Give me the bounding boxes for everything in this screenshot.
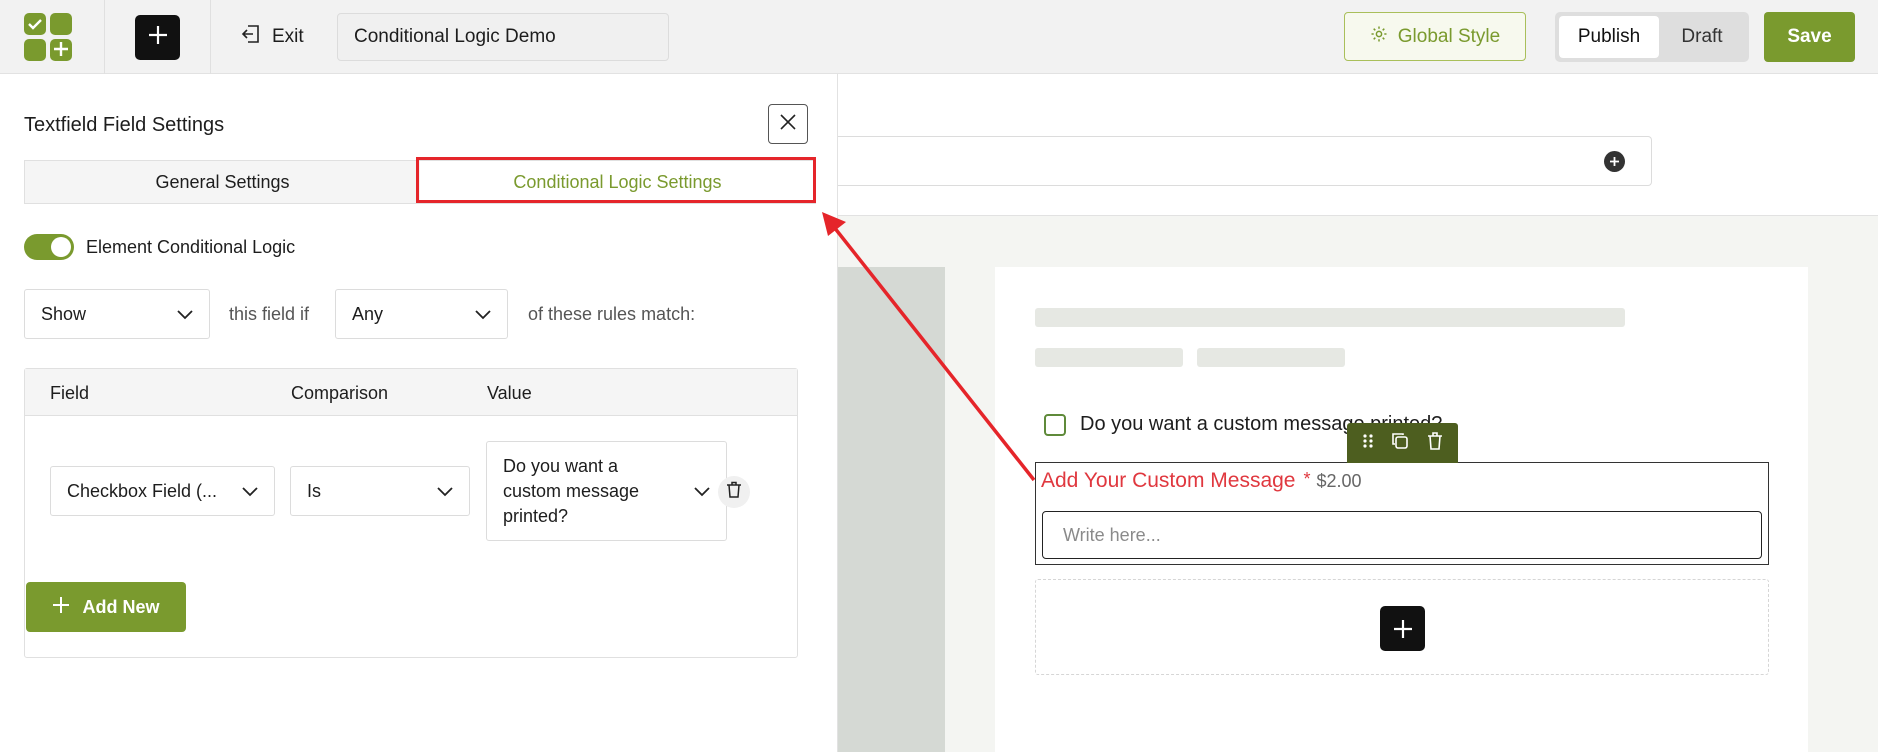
exit-icon: [240, 23, 262, 51]
exit-label: Exit: [272, 26, 304, 47]
switch-label: Element Conditional Logic: [86, 236, 296, 257]
trash-icon: [726, 481, 742, 504]
chevron-down-icon: [694, 481, 710, 502]
add-new-label: Add New: [82, 596, 160, 617]
field-label: Add Your Custom Message: [1041, 469, 1296, 492]
publish-option[interactable]: Publish: [1559, 16, 1659, 58]
skeleton-line: [1035, 308, 1625, 327]
rule-value-value: Do you want a custom message printed?: [503, 455, 640, 526]
chevron-down-icon: [242, 481, 258, 502]
field-settings-panel: Textfield Field Settings General Setting…: [0, 74, 838, 752]
match-select[interactable]: Any: [335, 289, 508, 339]
gear-icon: [1370, 25, 1388, 49]
tab-general-settings[interactable]: General Settings: [25, 161, 420, 203]
form-title-value: Conditional Logic Demo: [354, 26, 556, 47]
add-field-dropzone[interactable]: [1035, 579, 1769, 675]
checkbox[interactable]: [1044, 413, 1066, 436]
column-header-field: Field: [50, 383, 90, 403]
close-icon: [779, 113, 797, 136]
action-select-value: Show: [41, 303, 87, 324]
divider: [104, 0, 105, 74]
draft-option[interactable]: Draft: [1659, 16, 1745, 58]
column-header-comparison: Comparison: [291, 383, 389, 403]
canvas-side-column: [838, 267, 945, 752]
field-toolbar: [1347, 423, 1458, 463]
rule-comparison-value: Is: [307, 480, 322, 501]
selected-textfield[interactable]: Add Your Custom Message * $2.00 Write he…: [1035, 462, 1769, 565]
rule-text-of-these-rules: of these rules match:: [528, 304, 696, 324]
top-bar: Exit Conditional Logic Demo Global Style…: [0, 0, 1878, 74]
add-new-rule-button[interactable]: Add New: [26, 582, 186, 632]
input-placeholder: Write here...: [1063, 524, 1161, 545]
rule-value-select[interactable]: Do you want a custom message printed?: [486, 441, 727, 541]
chevron-down-icon: [437, 481, 453, 502]
plus-icon[interactable]: [1380, 606, 1425, 651]
field-price: $2.00: [1316, 471, 1362, 491]
column-header-value: Value: [487, 383, 532, 403]
publish-draft-toggle: Publish Draft: [1555, 12, 1749, 62]
rule-sentence: Show this field if Any of these rules ma…: [24, 289, 814, 339]
match-select-value: Any: [352, 303, 384, 324]
chevron-down-icon: [177, 304, 193, 325]
add-element-button[interactable]: [135, 15, 180, 60]
close-panel-button[interactable]: [768, 104, 808, 144]
form-title-input[interactable]: Conditional Logic Demo: [337, 13, 669, 61]
rule-field-select[interactable]: Checkbox Field (...: [50, 466, 275, 516]
plus-icon: [52, 596, 70, 619]
drag-handle-icon[interactable]: [1361, 433, 1375, 454]
app-logo: [24, 13, 72, 61]
conditional-logic-switch-row: Element Conditional Logic: [24, 234, 295, 260]
save-button[interactable]: Save: [1764, 12, 1855, 62]
skeleton-line: [1035, 348, 1183, 367]
rule-text-this-field-if: this field if: [229, 304, 310, 324]
plus-icon: [147, 24, 169, 51]
highlight-box: [416, 157, 816, 203]
add-circle-icon[interactable]: [1604, 151, 1625, 172]
conditional-logic-toggle[interactable]: [24, 234, 74, 260]
exit-button[interactable]: Exit: [240, 22, 304, 52]
canvas-add-field-bar[interactable]: [838, 136, 1652, 186]
rule-field-value: Checkbox Field (...: [67, 480, 218, 501]
action-select[interactable]: Show: [24, 289, 210, 339]
panel-title: Textfield Field Settings: [24, 114, 225, 136]
global-style-label: Global Style: [1397, 25, 1501, 47]
rule-comparison-select[interactable]: Is: [290, 466, 470, 516]
duplicate-icon[interactable]: [1390, 431, 1410, 456]
rules-table-header: Field Comparison Value: [25, 369, 797, 416]
divider: [210, 0, 211, 74]
delete-rule-button[interactable]: [718, 476, 750, 508]
global-style-button[interactable]: Global Style: [1344, 12, 1526, 61]
skeleton-line: [1197, 348, 1345, 367]
message-input[interactable]: Write here...: [1042, 511, 1762, 559]
chevron-down-icon: [475, 304, 491, 325]
delete-icon[interactable]: [1426, 431, 1444, 456]
required-mark: *: [1303, 469, 1311, 489]
field-label-group: Add Your Custom Message * $2.00: [1041, 469, 1362, 493]
